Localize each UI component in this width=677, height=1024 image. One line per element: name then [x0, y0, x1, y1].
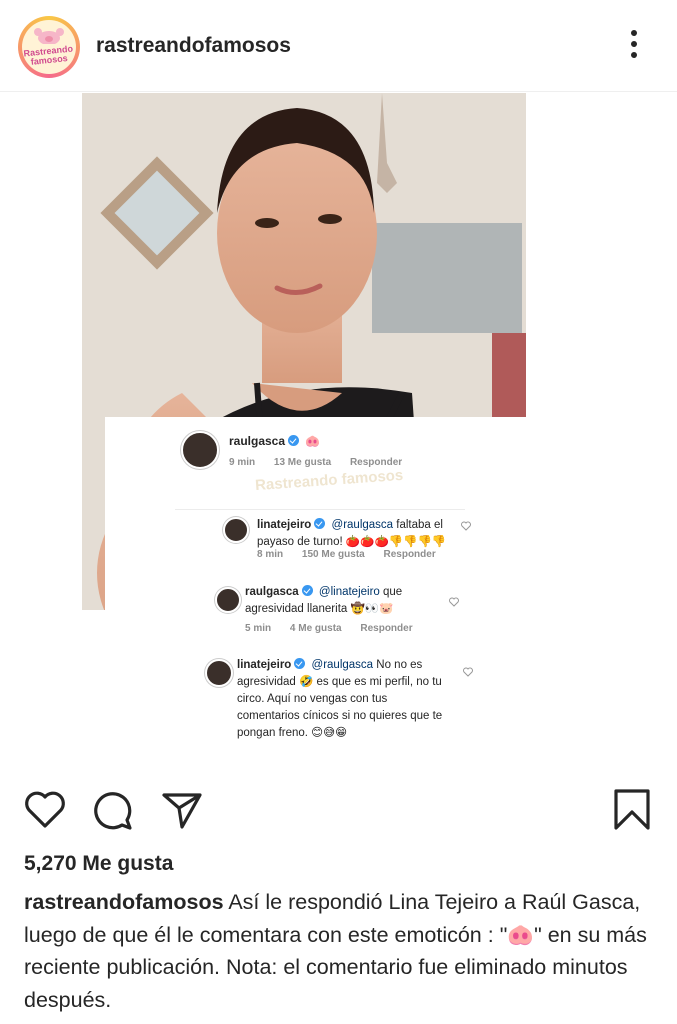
post-image[interactable]: Rastreando famosos raulgasca 🐽 9 min 13 …: [0, 93, 677, 770]
comment-like-heart-icon[interactable]: [449, 597, 459, 607]
comment-username[interactable]: raulgasca: [229, 434, 285, 448]
comment-text: raulgasca 🐽: [229, 433, 529, 450]
pig-logo-icon: [34, 28, 64, 44]
caption-username[interactable]: rastreandofamosos: [24, 890, 224, 914]
verified-badge-icon: [288, 435, 300, 446]
comment-likes[interactable]: 150 Me gusta: [302, 549, 365, 560]
watermark-text: Rastreando famosos: [254, 466, 404, 495]
post-action-bar: [0, 782, 677, 842]
reply-button[interactable]: Responder: [360, 623, 412, 634]
comment-text: linatejeiro @raulgasca faltaba el payaso…: [257, 517, 467, 551]
comment-mention[interactable]: @linatejeiro: [319, 586, 380, 598]
comment-likes[interactable]: 13 Me gusta: [274, 457, 331, 468]
post-header: Rastreando famosos rastreandofamosos: [0, 0, 677, 92]
comment-like-heart-icon[interactable]: [463, 667, 473, 677]
avatar-logo-text: Rastreando famosos: [23, 43, 74, 67]
verified-badge-icon: [294, 658, 306, 669]
bookmark-icon[interactable]: [612, 788, 652, 832]
comment-username[interactable]: linatejeiro: [257, 519, 311, 531]
comment-avatar[interactable]: [205, 659, 233, 687]
comment-text: linatejeiro @raulgasca No no es agresivi…: [237, 657, 447, 742]
comment-avatar[interactable]: [181, 431, 219, 469]
reply-button[interactable]: Responder: [350, 457, 402, 468]
reply-button[interactable]: Responder: [384, 549, 436, 560]
comment-body: No no es agresividad 🤣 es que es mi perf…: [237, 659, 443, 739]
comment-text: raulgasca @linatejeiro que agresividad l…: [245, 584, 455, 618]
profile-avatar[interactable]: Rastreando famosos: [18, 16, 80, 78]
comment-mention[interactable]: @raulgasca: [312, 659, 374, 671]
comment-icon[interactable]: [92, 790, 134, 832]
comment-time: 5 min: [245, 623, 272, 634]
divider: [175, 509, 465, 510]
comment-avatar[interactable]: [223, 517, 249, 543]
comment-body: 🐽: [305, 434, 321, 448]
more-options-icon[interactable]: [622, 30, 646, 64]
header-username[interactable]: rastreandofamosos: [96, 34, 291, 58]
comment-screenshot: Rastreando famosos raulgasca 🐽 9 min 13 …: [105, 417, 545, 769]
comment-likes[interactable]: 4 Me gusta: [290, 623, 342, 634]
comment-like-heart-icon[interactable]: [461, 521, 471, 531]
verified-badge-icon: [301, 585, 313, 596]
comment-mention[interactable]: @raulgasca: [332, 519, 394, 531]
post-caption: rastreandofamosos Así le respondió Lina …: [24, 886, 660, 1016]
comment-meta: 9 min 13 Me gusta Responder: [229, 457, 418, 468]
avatar-logo: Rastreando famosos: [22, 20, 76, 74]
comment-time: 9 min: [229, 457, 256, 468]
comment-time: 8 min: [257, 549, 284, 560]
comment-meta: 8 min 150 Me gusta Responder: [257, 549, 452, 560]
heart-icon[interactable]: [24, 790, 66, 830]
comment-avatar[interactable]: [215, 587, 241, 613]
comment-username[interactable]: raulgasca: [245, 586, 299, 598]
verified-badge-icon: [314, 518, 326, 529]
comment-meta: 5 min 4 Me gusta Responder: [245, 623, 429, 634]
likes-count[interactable]: 5,270 Me gusta: [24, 852, 173, 876]
comment-username[interactable]: linatejeiro: [237, 659, 291, 671]
share-icon[interactable]: [160, 790, 204, 830]
